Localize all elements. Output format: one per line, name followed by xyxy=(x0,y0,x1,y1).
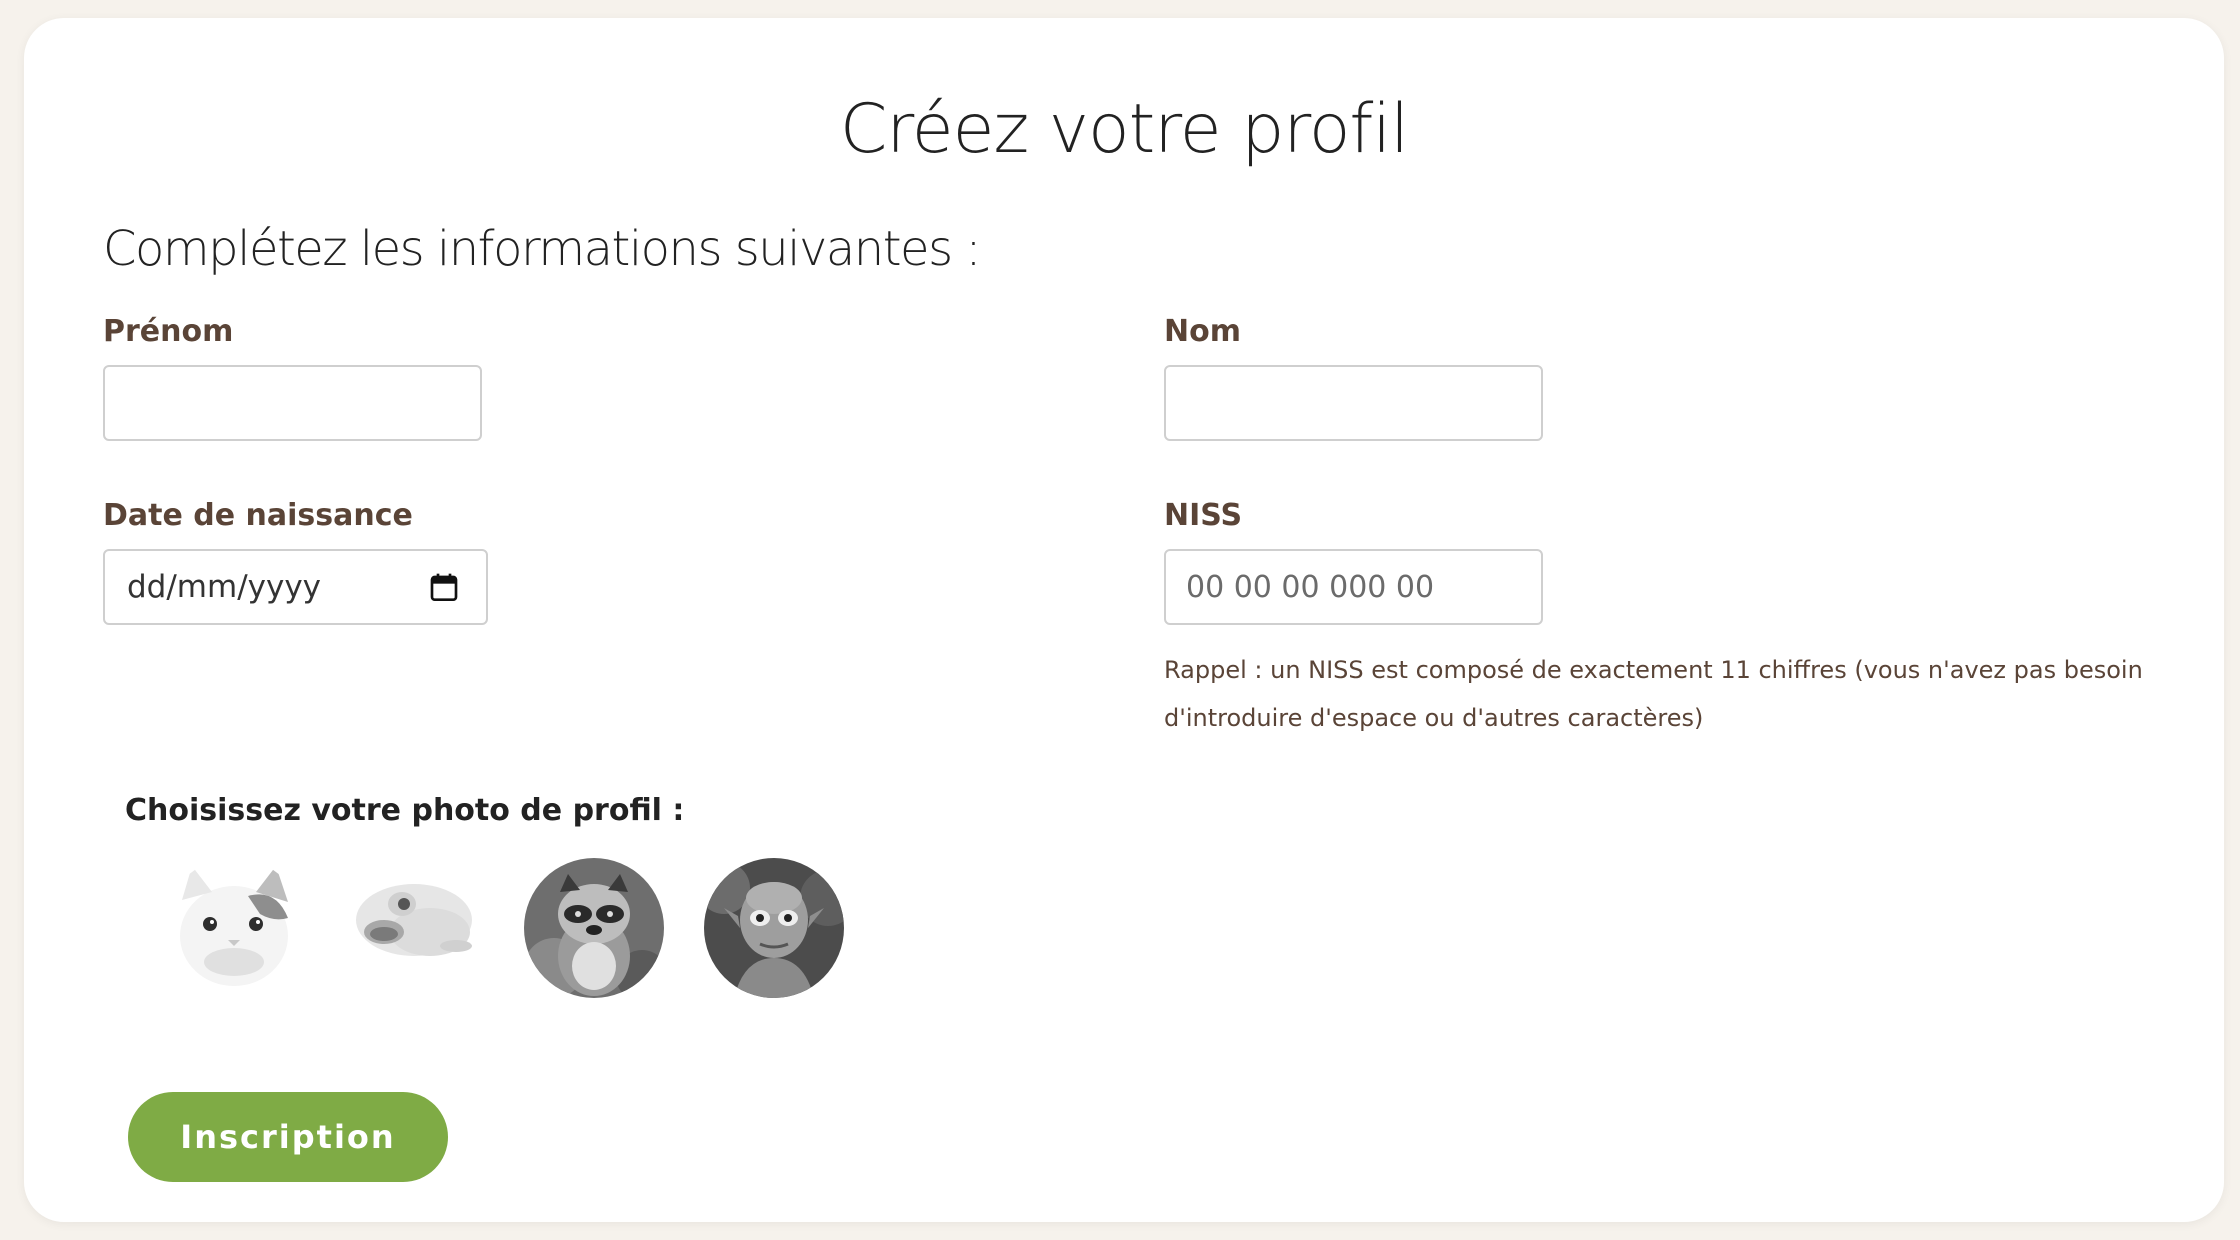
last-name-input[interactable] xyxy=(1164,365,1543,441)
frog-avatar[interactable] xyxy=(344,858,484,998)
niss-hint: Rappel : un NISS est composé de exacteme… xyxy=(1164,656,2143,732)
birth-date-placeholder: dd/mm/yyyy xyxy=(127,569,322,605)
gollum-avatar[interactable] xyxy=(704,858,844,998)
submit-button[interactable]: Inscription xyxy=(128,1092,448,1182)
birth-date-input[interactable]: dd/mm/yyyy xyxy=(103,549,488,625)
niss-label: NISS xyxy=(1164,498,1243,533)
profile-card: Créez votre profil Complétez les informa… xyxy=(24,18,2224,1222)
last-name-label: Nom xyxy=(1164,314,1241,349)
niss-input[interactable] xyxy=(1164,549,1543,625)
photo-label: Choisissez votre photo de profil : xyxy=(125,793,685,828)
form-subtitle: Complétez les informations suivantes : xyxy=(103,221,982,277)
birth-date-label: Date de naissance xyxy=(103,498,413,533)
first-name-input[interactable] xyxy=(103,365,482,441)
calendar-icon[interactable] xyxy=(428,571,460,603)
page-title: Créez votre profil xyxy=(839,90,1409,169)
first-name-label: Prénom xyxy=(103,314,234,349)
raccoon-avatar[interactable] xyxy=(524,858,664,998)
cat-avatar[interactable] xyxy=(164,858,304,998)
